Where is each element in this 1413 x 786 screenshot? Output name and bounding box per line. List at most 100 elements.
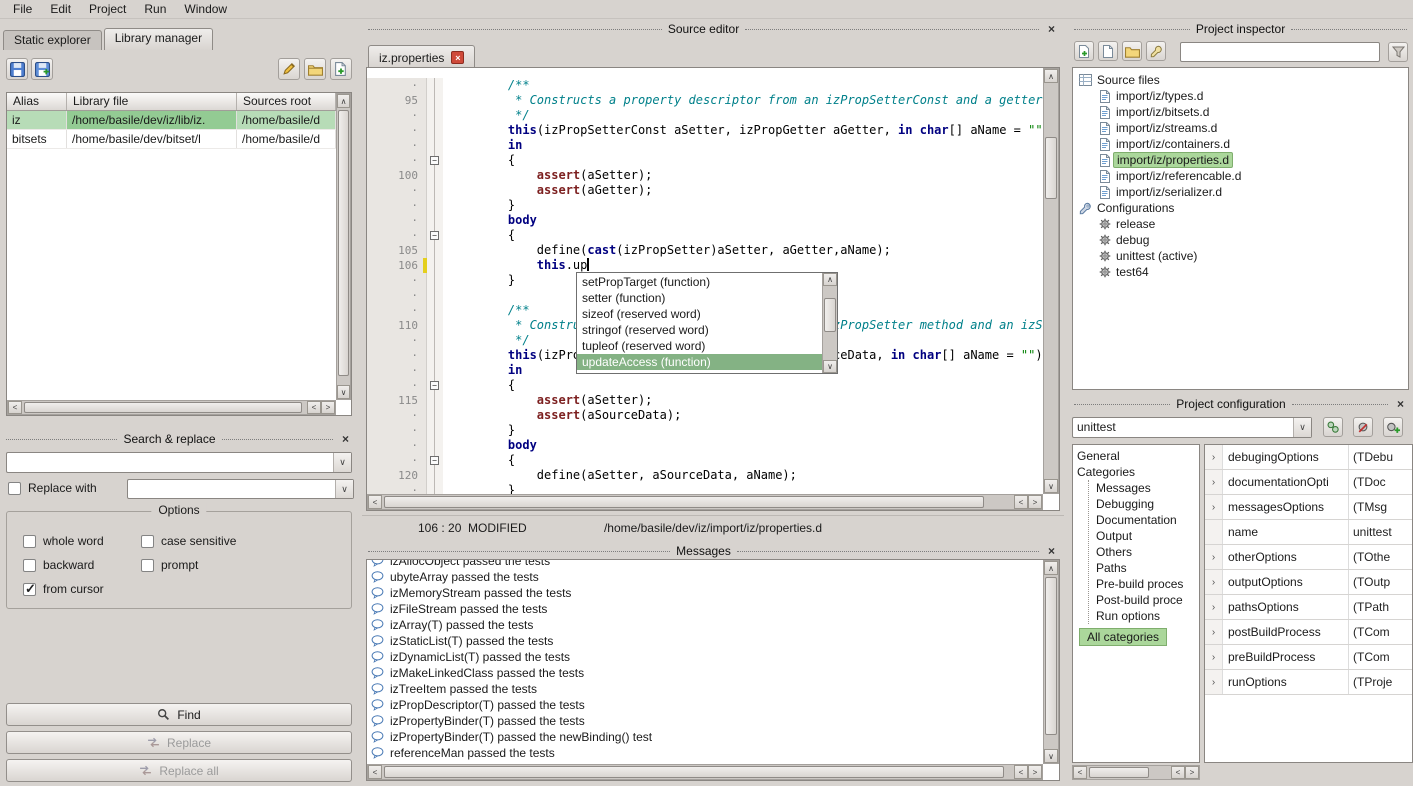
- column-header-library-file[interactable]: Library file: [67, 93, 237, 110]
- property-row-outputoptions[interactable]: ›outputOptions(TOutp: [1205, 570, 1412, 595]
- category-group[interactable]: Categories: [1077, 464, 1195, 480]
- checkbox-backward[interactable]: backward: [23, 558, 141, 572]
- editor-line[interactable]: 95 * Constructs a property descriptor fr…: [367, 93, 1043, 108]
- scroll-down-icon[interactable]: ∨: [1044, 479, 1058, 493]
- editor-line[interactable]: · in: [367, 138, 1043, 153]
- editor-line[interactable]: 100 assert(aSetter);: [367, 168, 1043, 183]
- expand-icon[interactable]: ›: [1205, 595, 1223, 619]
- library-table-hscrollbar[interactable]: < < >: [7, 400, 336, 415]
- tree-item-import-iz-referencable-d[interactable]: import/iz/referencable.d: [1075, 168, 1406, 184]
- editor-line[interactable]: · assert(aGetter);: [367, 183, 1043, 198]
- message-item[interactable]: izAllocObject passed the tests: [367, 560, 1043, 569]
- category-pre-build-proces[interactable]: Pre-build proces: [1096, 576, 1195, 592]
- scroll-up-icon[interactable]: ∧: [823, 273, 837, 286]
- menu-item-window[interactable]: Window: [175, 1, 236, 17]
- tree-item-import-iz-serializer-d[interactable]: import/iz/serializer.d: [1075, 184, 1406, 200]
- editor-line[interactable]: ·− {: [367, 453, 1043, 468]
- completion-item[interactable]: stringof (reserved word): [577, 322, 822, 338]
- scrollbar-thumb[interactable]: [1045, 577, 1057, 735]
- category-debugging[interactable]: Debugging: [1096, 496, 1195, 512]
- chevron-down-icon[interactable]: ∨: [333, 453, 351, 472]
- expand-icon[interactable]: ›: [1205, 645, 1223, 669]
- completion-item[interactable]: tupleof (reserved word): [577, 338, 822, 354]
- tab-static-explorer[interactable]: Static explorer: [3, 30, 102, 50]
- scrollbar-track[interactable]: [337, 108, 350, 385]
- fold-collapse-icon[interactable]: −: [430, 231, 439, 240]
- toolbar-button-edit-library[interactable]: [278, 58, 300, 80]
- tab-library-manager[interactable]: Library manager: [104, 28, 213, 50]
- scroll-left-icon[interactable]: <: [1014, 765, 1028, 779]
- editor-line[interactable]: · /**: [367, 78, 1043, 93]
- checkbox-from-cursor[interactable]: from cursor: [23, 582, 141, 596]
- editor-line[interactable]: · body: [367, 438, 1043, 453]
- editor-line[interactable]: · body: [367, 213, 1043, 228]
- tree-item-config-unittest-active[interactable]: unittest (active): [1075, 248, 1406, 264]
- configuration-hscrollbar[interactable]: < < >: [1072, 765, 1200, 780]
- menu-item-edit[interactable]: Edit: [41, 1, 80, 17]
- scrollbar-thumb[interactable]: [1045, 137, 1057, 199]
- property-row-postbuildprocess[interactable]: ›postBuildProcess(TCom: [1205, 620, 1412, 645]
- completion-item[interactable]: setter (function): [577, 290, 822, 306]
- toolbar-button-save[interactable]: [6, 58, 28, 80]
- scroll-down-icon[interactable]: ∨: [1044, 749, 1058, 763]
- editor-line[interactable]: · this(izPropSetterConst aSetter, izProp…: [367, 123, 1043, 138]
- toolbar-button-new-source[interactable]: [1098, 41, 1118, 61]
- all-categories-button[interactable]: All categories: [1079, 628, 1167, 646]
- tree-item-config-test64[interactable]: test64: [1075, 264, 1406, 280]
- editor-line[interactable]: · */: [367, 108, 1043, 123]
- completion-item[interactable]: sizeof (reserved word): [577, 306, 822, 322]
- checkbox-box[interactable]: [23, 583, 36, 596]
- property-row-pathsoptions[interactable]: ›pathsOptions(TPath: [1205, 595, 1412, 620]
- tree-item-config-debug[interactable]: debug: [1075, 232, 1406, 248]
- category-general[interactable]: General: [1077, 448, 1195, 464]
- chevron-down-icon[interactable]: ∨: [1293, 418, 1311, 437]
- fold-collapse-icon[interactable]: −: [430, 156, 439, 165]
- message-item[interactable]: izTreeItem passed the tests: [367, 681, 1043, 697]
- toolbar-button-sync-config[interactable]: [1323, 417, 1343, 437]
- scroll-left-icon[interactable]: <: [1073, 766, 1087, 779]
- category-post-build-proce[interactable]: Post-build proce: [1096, 592, 1195, 608]
- property-row-prebuildprocess[interactable]: ›preBuildProcess(TCom: [1205, 645, 1412, 670]
- scroll-up-icon[interactable]: ∧: [1044, 69, 1058, 83]
- toolbar-button-open-folder[interactable]: [304, 58, 326, 80]
- column-header-sources-root[interactable]: Sources root: [237, 93, 336, 110]
- category-paths[interactable]: Paths: [1096, 560, 1195, 576]
- close-icon[interactable]: ×: [1045, 545, 1058, 558]
- scrollbar-track[interactable]: [382, 765, 1014, 779]
- configuration-selector[interactable]: unittest ∨: [1072, 417, 1312, 438]
- scrollbar-track[interactable]: [22, 401, 307, 414]
- table-row[interactable]: bitsets/home/basile/dev/bitset/l/home/ba…: [7, 130, 336, 149]
- scroll-left-icon[interactable]: <: [8, 401, 22, 414]
- toolbar-button-folder[interactable]: [1122, 41, 1142, 61]
- scroll-left-icon[interactable]: <: [368, 495, 382, 509]
- message-item[interactable]: izMakeLinkedClass passed the tests: [367, 665, 1043, 681]
- scroll-left-icon[interactable]: <: [1014, 495, 1028, 509]
- scrollbar-track[interactable]: [1087, 766, 1171, 779]
- message-item[interactable]: ubyteArray passed the tests: [367, 569, 1043, 585]
- category-run-options[interactable]: Run options: [1096, 608, 1195, 624]
- scrollbar-track[interactable]: [823, 286, 837, 360]
- property-row-runoptions[interactable]: ›runOptions(TProje: [1205, 670, 1412, 695]
- category-documentation[interactable]: Documentation: [1096, 512, 1195, 528]
- editor-line[interactable]: 106 this.up: [367, 258, 1043, 273]
- expand-icon[interactable]: ›: [1205, 470, 1223, 494]
- category-others[interactable]: Others: [1096, 544, 1195, 560]
- editor-line[interactable]: · }: [367, 198, 1043, 213]
- editor-line[interactable]: 120 define(aSetter, aSourceData, aName);: [367, 468, 1043, 483]
- scroll-left-icon[interactable]: <: [1171, 766, 1185, 779]
- scroll-right-icon[interactable]: >: [1185, 766, 1199, 779]
- scrollbar-thumb[interactable]: [384, 766, 1004, 778]
- property-row-documentationopti[interactable]: ›documentationOpti(TDoc: [1205, 470, 1412, 495]
- close-icon[interactable]: ×: [1394, 398, 1407, 411]
- checkbox-box[interactable]: [8, 482, 21, 495]
- close-tab-icon[interactable]: ×: [451, 51, 464, 64]
- editor-line[interactable]: ·− {: [367, 378, 1043, 393]
- scrollbar-thumb[interactable]: [1089, 767, 1149, 778]
- checkbox-box[interactable]: [23, 559, 36, 572]
- scrollbar-thumb[interactable]: [824, 298, 836, 332]
- property-row-name[interactable]: nameunittest: [1205, 520, 1412, 545]
- tree-item-import-iz-properties-d[interactable]: import/iz/properties.d: [1075, 152, 1406, 168]
- toolbar-button-save-as[interactable]: [31, 58, 53, 80]
- expand-icon[interactable]: ›: [1205, 495, 1223, 519]
- replace-with-checkbox[interactable]: Replace with: [8, 481, 97, 495]
